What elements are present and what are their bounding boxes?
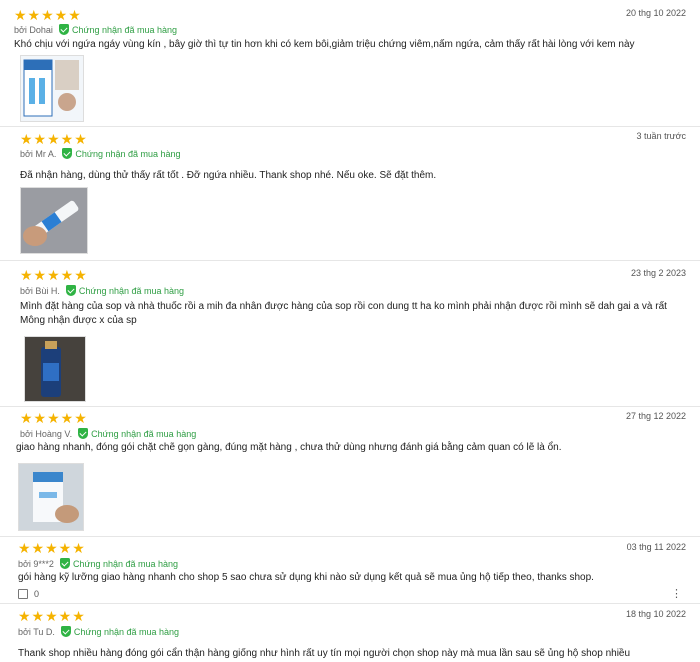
review-divider (0, 260, 700, 261)
review-actions: 0 (18, 589, 39, 599)
review-meta: bởi Hoàng V. Chứng nhận đã mua hàng (20, 428, 196, 439)
review-divider (0, 603, 700, 604)
review-date: 3 tuần trước (636, 131, 686, 141)
review-meta: bởi 9***2 Chứng nhận đã mua hàng (18, 558, 178, 569)
review-author: bởi 9***2 (18, 558, 54, 569)
review-date: 03 thg 11 2022 (626, 542, 686, 552)
verified-check-icon (58, 24, 69, 35)
review-divider (0, 406, 700, 407)
rating-stars: ★★★★★ (14, 7, 82, 23)
review-author: bởi Hoàng V. (20, 428, 73, 439)
rating-stars: ★★★★★ (18, 540, 86, 556)
review-author: bởi Tu D. (18, 626, 55, 637)
review-meta: bởi Tu D. Chứng nhận đã mua hàng (18, 626, 179, 637)
review-author: bởi Dohai (14, 24, 53, 35)
review-meta: bởi Mr A. Chứng nhận đã mua hàng (20, 148, 181, 159)
more-options-icon[interactable]: ⋮ (671, 587, 682, 600)
like-icon[interactable] (18, 589, 28, 599)
verified-badge: Chứng nhận đã mua hàng (65, 285, 184, 296)
verified-badge: Chứng nhận đã mua hàng (58, 24, 177, 35)
rating-stars: ★★★★★ (20, 267, 88, 283)
cream-tube-image (21, 188, 87, 253)
review-text: gói hàng kỹ lưỡng giao hàng nhanh cho sh… (18, 572, 594, 583)
review-date: 23 thg 2 2023 (630, 268, 686, 278)
review-text: Thank shop nhiều hàng đóng gói cẩn thận … (18, 648, 631, 659)
product-box-image (23, 59, 79, 117)
verified-badge: Chứng nhận đã mua hàng (62, 148, 181, 159)
review-meta: bởi Bùi H. Chứng nhận đã mua hàng (20, 285, 184, 296)
like-count: 0 (34, 589, 40, 599)
verified-check-icon (60, 626, 71, 637)
review-meta: bởi Dohai Chứng nhận đã mua hàng (14, 24, 177, 35)
rating-stars: ★★★★★ (20, 131, 88, 147)
review-divider (0, 536, 700, 537)
rating-stars: ★★★★★ (20, 410, 88, 426)
review-photo[interactable] (20, 187, 88, 254)
review-text: Mình đặt hàng của sop và nhà thuốc rồi a… (20, 301, 667, 326)
review-text: Khó chịu với ngứa ngáy vùng kín , bây gi… (14, 39, 635, 50)
review-text: giao hàng nhanh, đóng gói chặt chẽ gọn g… (16, 442, 562, 453)
review-author: bởi Mr A. (20, 148, 57, 159)
verified-badge: Chứng nhận đã mua hàng (78, 428, 196, 439)
product-bottle-image (25, 337, 85, 401)
review-text: Đã nhận hàng, dùng thử thấy rất tốt . Đỡ… (20, 170, 437, 181)
verified-check-icon (62, 148, 73, 159)
review-date: 18 thg 10 2022 (625, 609, 686, 619)
review-date: 27 thg 12 2022 (625, 411, 686, 421)
product-package-image (19, 464, 83, 530)
review-divider (0, 126, 700, 127)
verified-check-icon (78, 428, 89, 439)
review-photo[interactable] (20, 55, 84, 122)
review-photo[interactable] (24, 336, 86, 402)
verified-check-icon (65, 285, 76, 296)
review-photo[interactable] (18, 463, 84, 531)
verified-badge: Chứng nhận đã mua hàng (60, 626, 179, 637)
rating-stars: ★★★★★ (18, 608, 86, 624)
verified-badge: Chứng nhận đã mua hàng (59, 558, 178, 569)
review-author: bởi Bùi H. (20, 285, 60, 296)
verified-check-icon (59, 558, 70, 569)
review-date: 20 thg 10 2022 (625, 8, 686, 18)
